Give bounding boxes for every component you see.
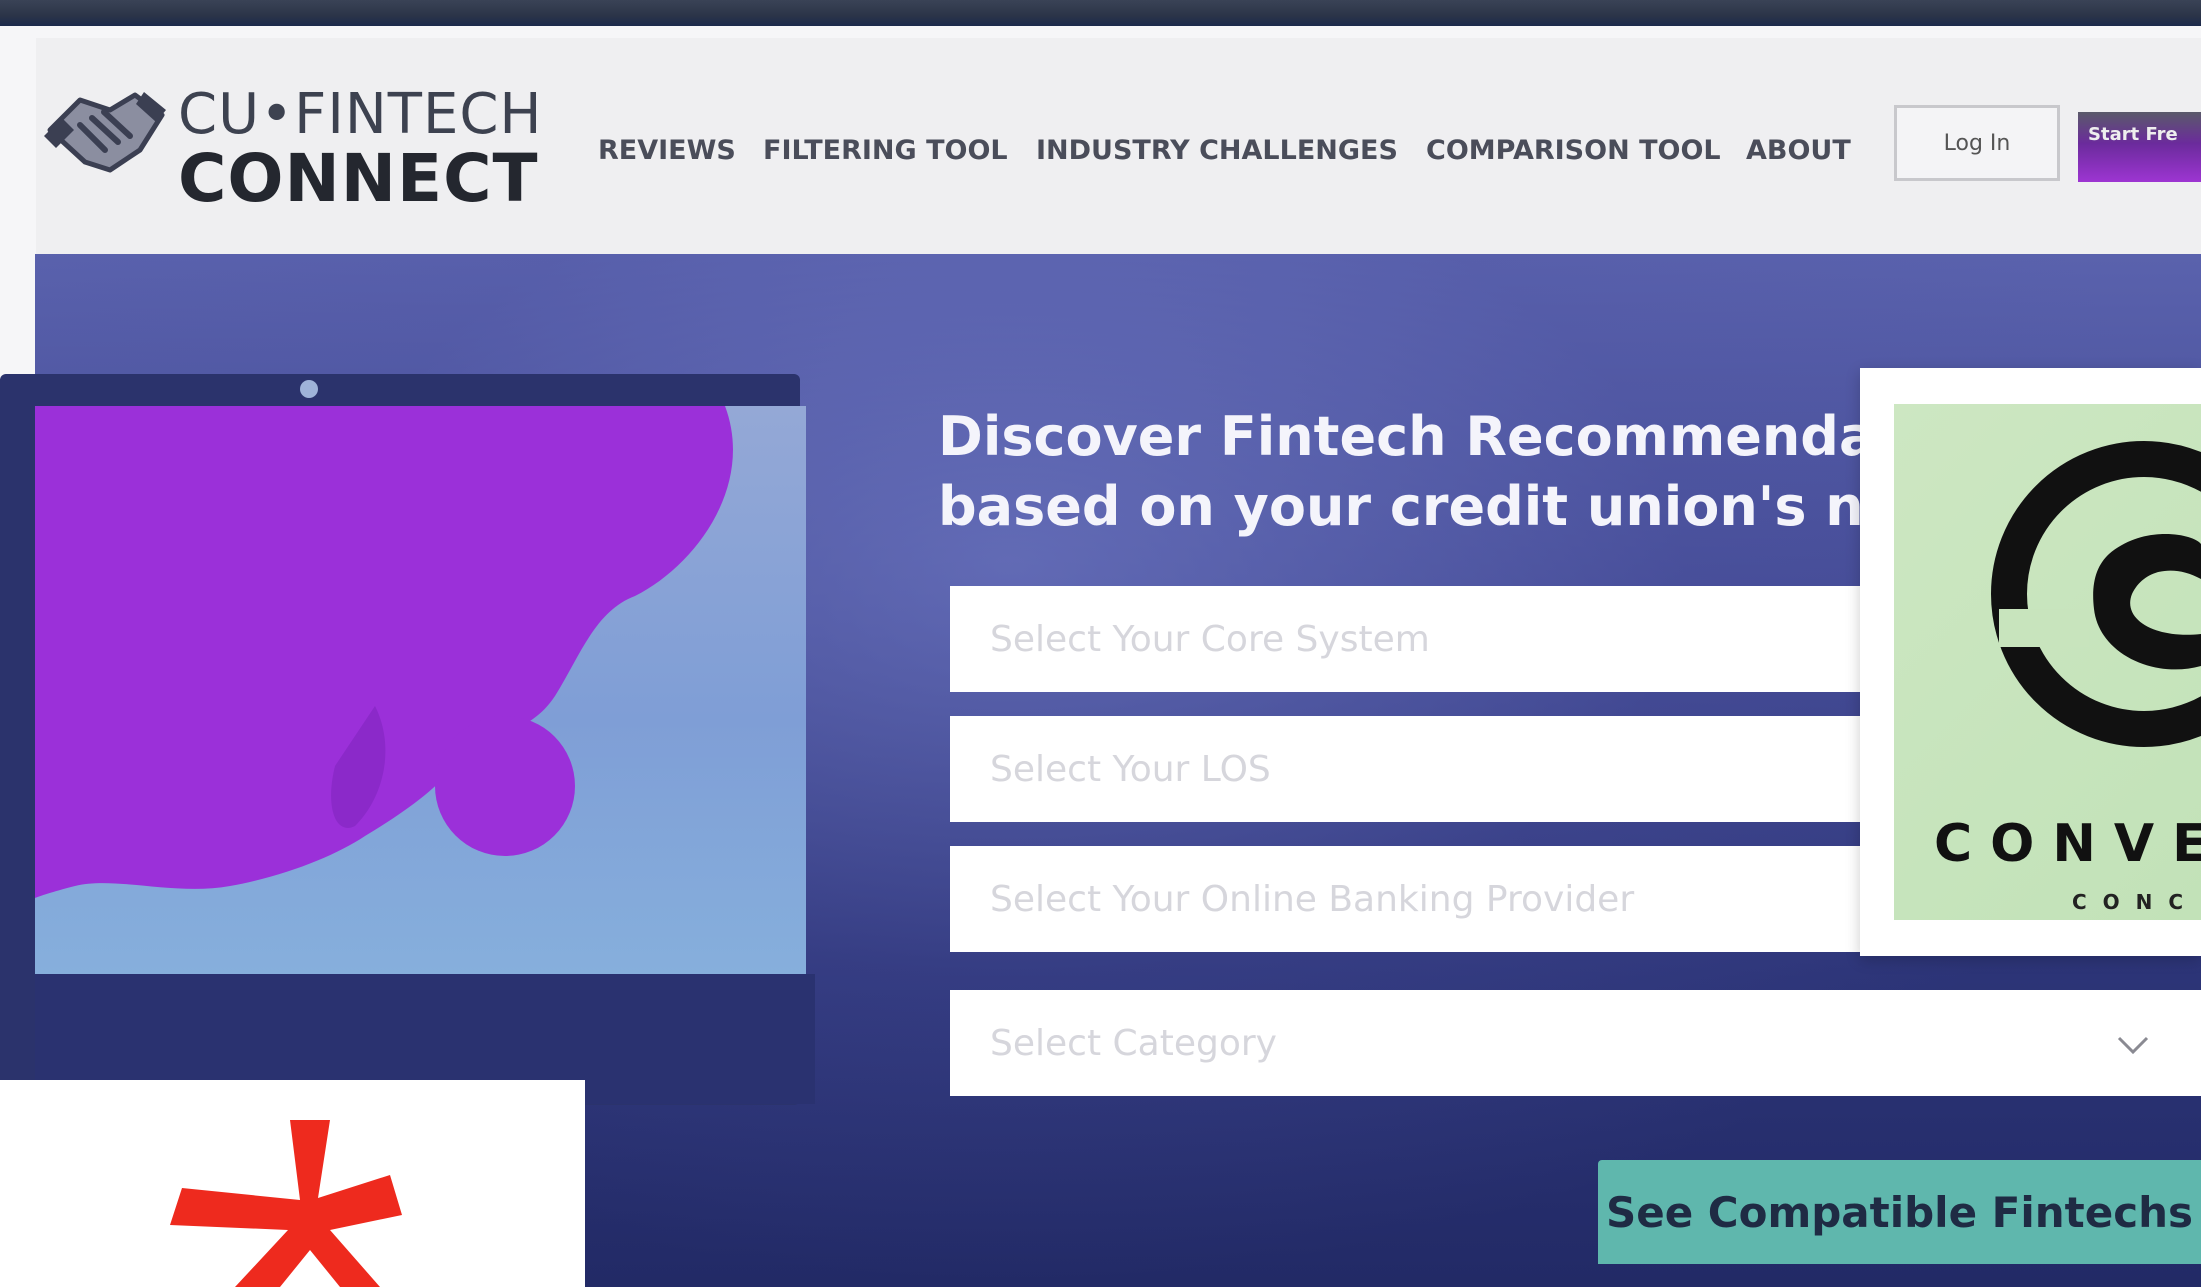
purple-blob-illustration (35, 406, 733, 898)
brand-circle-logo-icon (1991, 441, 2201, 747)
category-placeholder: Select Category (990, 1022, 1277, 1064)
site-logo[interactable]: CU•FINTECH CONNECT (40, 52, 542, 217)
handshake-logo-icon (44, 92, 166, 173)
monitor-camera-dot (300, 380, 318, 398)
login-button[interactable]: Log In (1894, 105, 2060, 181)
category-select[interactable]: Select Category (950, 990, 2201, 1096)
nav-comparison-tool[interactable]: COMPARISON TOOL (1426, 135, 1721, 166)
asterisk-icon (170, 1120, 402, 1287)
start-free-button[interactable]: Start Fre (2078, 112, 2201, 182)
core-system-placeholder: Select Your Core System (990, 618, 1430, 660)
nav-industry-challenges[interactable]: INDUSTRY CHALLENGES (1036, 135, 1398, 166)
logo-text-bottom: CONNECT (178, 140, 539, 217)
nav-filtering-tool[interactable]: FILTERING TOOL (763, 135, 1008, 166)
chevron-down-icon (2117, 1036, 2149, 1055)
asterisk-overlay-card (0, 1080, 585, 1287)
see-compatible-fintechs-button[interactable]: See Compatible Fintechs (1598, 1160, 2201, 1264)
nav-reviews[interactable]: REVIEWS (598, 135, 736, 166)
brand-logo-panel: CONVE CONC (1894, 404, 2201, 920)
logo-text-top: CU•FINTECH (178, 82, 543, 147)
monitor-screen (35, 406, 806, 974)
nav-about[interactable]: ABOUT (1746, 135, 1851, 166)
los-placeholder: Select Your LOS (990, 748, 1271, 790)
browser-top-band (0, 0, 2201, 26)
online-banking-placeholder: Select Your Online Banking Provider (990, 878, 1635, 920)
brand-subtitle: CONC (2072, 890, 2200, 914)
brand-wordmark: CONVE (1934, 814, 2201, 874)
brand-overlay-card: CONVE CONC (1860, 368, 2201, 956)
